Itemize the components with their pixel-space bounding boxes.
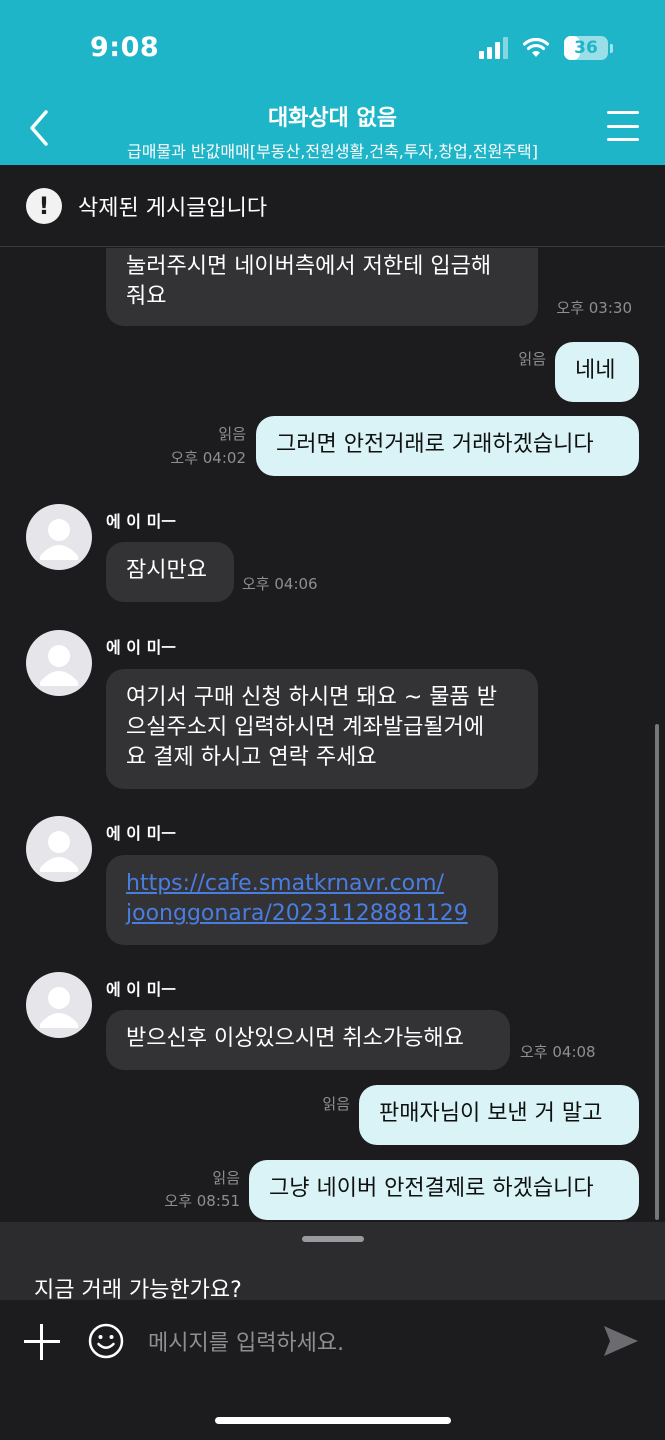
home-indicator xyxy=(215,1417,451,1424)
plus-icon[interactable] xyxy=(24,1324,60,1360)
message-input-bar: 메시지를 입력하세요. xyxy=(0,1300,665,1440)
user-silhouette-icon xyxy=(40,987,78,1028)
avatar[interactable] xyxy=(26,972,92,1038)
user-silhouette-icon xyxy=(40,519,78,560)
avatar[interactable] xyxy=(26,816,92,882)
message-time: 오후 03:30 xyxy=(556,299,632,317)
chat-scrollbar[interactable] xyxy=(655,724,659,1220)
status-time: 9:08 xyxy=(90,32,160,63)
smiley-icon xyxy=(88,1323,124,1359)
chevron-left-icon xyxy=(30,110,48,146)
read-receipt: 읽음 xyxy=(212,1169,240,1187)
sender-name: 에 이 미ㅡ xyxy=(106,638,177,657)
user-silhouette-icon xyxy=(40,645,78,686)
battery-cap xyxy=(610,43,613,53)
outgoing-message[interactable]: 그냥 네이버 안전결제로 하겠습니다 xyxy=(249,1160,639,1220)
status-icons: 36 xyxy=(479,36,613,60)
sender-name: 에 이 미ㅡ xyxy=(106,824,177,843)
incoming-message[interactable]: 여기서 구매 신청 하시면 돼요 ~ 물품 받 으실주소지 입력하시면 계좌발급… xyxy=(106,669,538,789)
chat-title: 대화상대 없음 xyxy=(267,106,398,131)
incoming-message[interactable]: 눌러주시면 네이버측에서 저한테 입금해 줘요 xyxy=(106,248,538,326)
drag-handle[interactable] xyxy=(302,1236,364,1242)
message-link[interactable]: joonggonara/20231128881129 xyxy=(126,899,478,929)
header-bar: 9:08 36 대화상대 없음 급매물과 반값매매[부동산,전원생활,건축,투자… xyxy=(0,0,665,165)
incoming-message[interactable]: 받으신후 이상있으시면 취소가능해요 xyxy=(106,1010,510,1070)
outgoing-message[interactable]: 그러면 안전거래로 거래하겠습니다 xyxy=(256,416,639,476)
quick-reply-suggestion[interactable]: 지금 거래 가능한가요? xyxy=(34,1272,242,1300)
outgoing-message[interactable]: 네네 xyxy=(555,342,639,402)
message-text: 받으신후 이상있으시면 취소가능해요 xyxy=(126,1026,464,1051)
sender-name: 에 이 미ㅡ xyxy=(106,980,177,999)
battery-icon: 36 xyxy=(564,36,608,60)
cellular-signal-icon xyxy=(479,37,508,59)
incoming-message[interactable]: https://cafe.smatkrnavr.com/ joonggonara… xyxy=(106,855,498,945)
message-text: 그냥 네이버 안전결제로 하겠습니다 xyxy=(269,1176,594,1201)
user-silhouette-icon xyxy=(40,831,78,872)
message-time: 오후 04:02 xyxy=(170,449,246,467)
read-receipt: 읽음 xyxy=(518,350,546,368)
wifi-icon xyxy=(522,37,550,57)
message-time: 오후 04:06 xyxy=(242,575,318,593)
message-text: 네네 xyxy=(575,358,616,383)
quick-reply-panel: 지금 거래 가능한가요? xyxy=(0,1222,665,1300)
notice-text: 삭제된 게시글입니다 xyxy=(78,195,268,221)
deleted-post-notice: ! 삭제된 게시글입니다 xyxy=(0,165,665,247)
read-receipt: 읽음 xyxy=(218,425,246,443)
avatar[interactable] xyxy=(26,504,92,570)
message-text: 판매자님이 보낸 거 말고 xyxy=(379,1101,603,1126)
send-icon xyxy=(604,1326,638,1356)
send-button[interactable] xyxy=(600,1321,640,1361)
message-link[interactable]: https://cafe.smatkrnavr.com/ xyxy=(126,869,478,899)
message-text: 여기서 구매 신청 하시면 돼요 ~ 물품 받 으실주소지 입력하시면 계좌발급… xyxy=(126,685,497,770)
read-receipt: 읽음 xyxy=(322,1095,350,1113)
incoming-message[interactable]: 잠시만요 xyxy=(106,542,234,602)
chat-subtitle: 급매물과 반값매매[부동산,전원생활,건축,투자,창업,전원주택] xyxy=(126,142,538,161)
message-text: 눌러주시면 네이버측에서 저한테 입금해 줘요 xyxy=(126,254,492,309)
outgoing-message[interactable]: 판매자님이 보낸 거 말고 xyxy=(359,1085,639,1145)
hamburger-menu-icon[interactable] xyxy=(607,111,639,141)
sender-name: 에 이 미ㅡ xyxy=(106,512,177,531)
message-time: 오후 04:08 xyxy=(520,1043,596,1061)
message-text: 그러면 안전거래로 거래하겠습니다 xyxy=(276,432,594,457)
avatar[interactable] xyxy=(26,630,92,696)
header-title-group: 대화상대 없음 급매물과 반값매매[부동산,전원생활,건축,투자,창업,전원주택… xyxy=(80,100,585,162)
message-time: 오후 08:51 xyxy=(164,1192,240,1210)
battery-text: 36 xyxy=(574,38,598,58)
exclamation-circle-icon: ! xyxy=(26,187,62,224)
emoji-button[interactable] xyxy=(88,1323,124,1359)
back-button[interactable] xyxy=(24,106,58,150)
chat-area[interactable]: 눌러주시면 네이버측에서 저한테 입금해 줘요 오후 03:30 읽음 네네 읽… xyxy=(0,248,665,1222)
message-input[interactable]: 메시지를 입력하세요. xyxy=(148,1325,344,1357)
message-text: 잠시만요 xyxy=(126,558,207,583)
